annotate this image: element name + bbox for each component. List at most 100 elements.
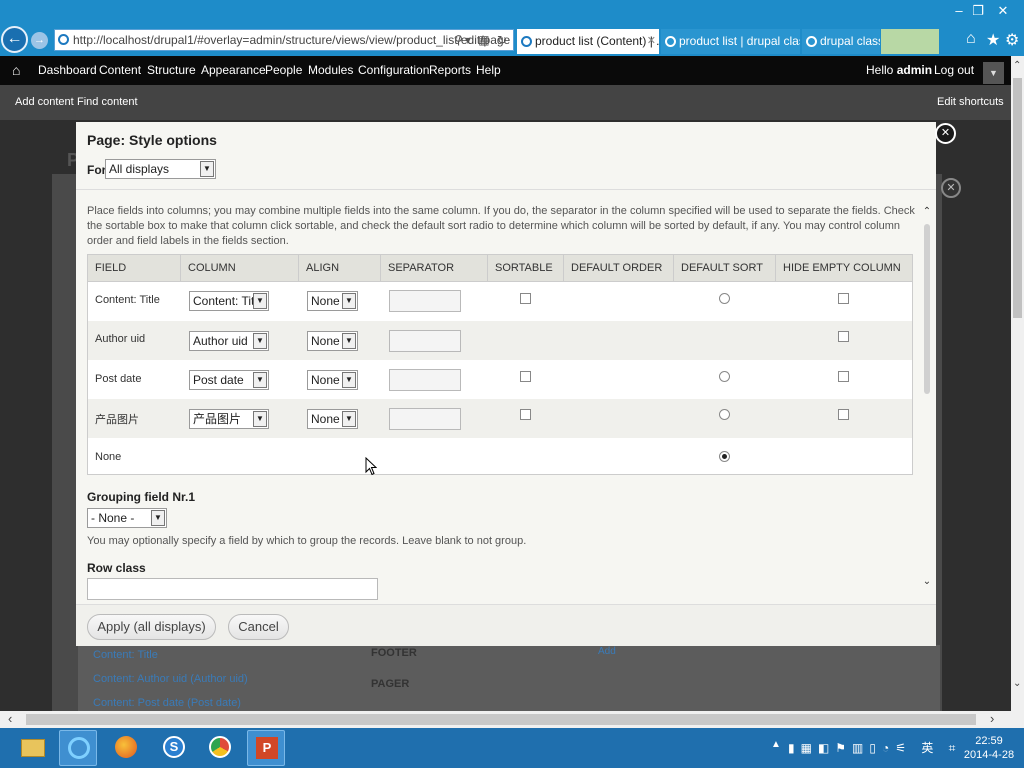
hide-empty-checkbox[interactable] xyxy=(838,409,849,420)
tab-drupal-class[interactable]: drupal class xyxy=(802,29,880,54)
grouping-help-text: You may optionally specify a field by wh… xyxy=(87,535,527,547)
toolbar-configuration[interactable]: Configuration xyxy=(358,56,429,85)
default-sort-radio[interactable] xyxy=(719,409,730,420)
toolbar-appearance[interactable]: Appearance xyxy=(201,56,266,85)
toolbar-modules[interactable]: Modules xyxy=(308,56,353,85)
align-select[interactable]: None ▼ xyxy=(307,409,358,429)
cancel-button[interactable]: Cancel xyxy=(228,614,289,640)
shortcut-add-content[interactable]: Add content xyxy=(15,85,74,119)
for-displays-select[interactable]: All displays ▼ xyxy=(105,159,216,179)
edit-shortcuts-link[interactable]: Edit shortcuts xyxy=(937,85,1004,119)
for-select-value: All displays xyxy=(109,162,170,176)
field-label: 产品图片 xyxy=(95,414,139,426)
header-default-sort: DEFAULT SORT xyxy=(674,255,776,282)
taskbar-chrome[interactable] xyxy=(201,730,239,766)
taskbar-internet-explorer[interactable] xyxy=(59,730,97,766)
restore-icon[interactable]: ❐ xyxy=(967,1,989,21)
grouping-field-select[interactable]: - None - ▼ xyxy=(87,508,167,528)
default-sort-radio[interactable] xyxy=(719,293,730,304)
taskbar-app-s[interactable]: S xyxy=(155,730,193,766)
close-window-icon[interactable]: ✕ xyxy=(992,1,1014,21)
dialog-scroll-area[interactable]: Place fields into columns; you may combi… xyxy=(76,192,936,602)
separator-input[interactable] xyxy=(389,408,461,430)
address-bar[interactable]: http://localhost/drupal1/#overlay=admin/… xyxy=(54,29,514,51)
scroll-up-icon[interactable]: ⌃ xyxy=(921,206,933,220)
favorites-star-icon[interactable]: ★ xyxy=(986,30,1000,50)
tray-expand-icon[interactable]: ▲ xyxy=(771,739,781,750)
new-tab-button[interactable] xyxy=(881,29,939,54)
toolbar-people[interactable]: People xyxy=(265,56,302,85)
align-select[interactable]: None ▼ xyxy=(307,291,358,311)
sortable-checkbox[interactable] xyxy=(520,293,531,304)
firefox-icon xyxy=(115,736,137,758)
table-row: Content: Title Content: Title ▼ None ▼ xyxy=(88,282,912,321)
apply-all-displays-button[interactable]: Apply (all displays) xyxy=(87,614,216,640)
table-row: 产品图片 产品图片 ▼ None ▼ xyxy=(88,399,912,438)
chevron-down-icon: ▼ xyxy=(342,372,356,388)
separator-input[interactable] xyxy=(389,330,461,352)
column-select[interactable]: Content: Title ▼ xyxy=(189,291,269,311)
bg-field-link[interactable]: Content: Author uid (Author uid) xyxy=(93,673,248,685)
sortable-checkbox[interactable] xyxy=(520,371,531,382)
taskbar-file-explorer[interactable] xyxy=(14,730,52,766)
hide-empty-checkbox[interactable] xyxy=(838,331,849,342)
toolbar-structure[interactable]: Structure xyxy=(147,56,196,85)
header-column: COLUMN xyxy=(181,255,299,282)
shortcut-find-content[interactable]: Find content xyxy=(77,85,138,119)
scroll-left-icon[interactable]: ‹ xyxy=(8,711,12,726)
hide-empty-checkbox[interactable] xyxy=(838,371,849,382)
ie-tab-icon xyxy=(521,36,532,47)
background-close-icon[interactable]: ✕ xyxy=(941,178,961,198)
shortcuts-toggle-icon[interactable]: ▼ xyxy=(983,62,1004,84)
separator-input[interactable] xyxy=(389,369,461,391)
page-vertical-scrollbar[interactable]: ⌃ ⌄ xyxy=(1011,56,1024,711)
scroll-right-icon[interactable]: › xyxy=(990,711,994,726)
dialog-scrollbar[interactable]: ⌃ ⌄ xyxy=(921,198,933,598)
sortable-checkbox[interactable] xyxy=(520,409,531,420)
page-horizontal-scrollbar[interactable]: ‹ › xyxy=(0,711,1024,728)
toolbar-help[interactable]: Help xyxy=(476,56,501,85)
header-hide-empty: HIDE EMPTY COLUMN xyxy=(783,262,901,274)
column-select[interactable]: Author uid ▼ xyxy=(189,331,269,351)
page-hscroll-thumb[interactable] xyxy=(26,714,976,725)
page-scroll-thumb[interactable] xyxy=(1013,78,1022,318)
align-select-value: None xyxy=(311,294,340,308)
dialog-scroll-thumb[interactable] xyxy=(924,224,930,394)
system-tray-icons[interactable]: ▮▦◧⚑▥▯◔⚟ 英 ⌗ xyxy=(788,739,961,756)
scroll-up-icon[interactable]: ⌃ xyxy=(1013,60,1021,71)
dialog-close-icon[interactable]: ✕ xyxy=(935,123,956,144)
forward-arrow-icon[interactable]: → xyxy=(31,32,48,49)
back-arrow-icon[interactable]: ← xyxy=(1,26,28,53)
align-select[interactable]: None ▼ xyxy=(307,331,358,351)
align-select-value: None xyxy=(311,334,340,348)
home-icon[interactable]: ⌂ xyxy=(966,30,976,48)
hide-empty-checkbox[interactable] xyxy=(838,293,849,304)
default-sort-none-radio[interactable] xyxy=(719,451,730,462)
bg-add-link[interactable]: Add xyxy=(598,646,616,657)
row-class-input[interactable] xyxy=(87,578,378,600)
tab-close-icon[interactable]: ✕ xyxy=(647,29,656,54)
address-tools-icon[interactable]: ⚲▾ ▦ ↻ xyxy=(454,30,509,50)
column-select[interactable]: 产品图片 ▼ xyxy=(189,409,269,429)
align-select[interactable]: None ▼ xyxy=(307,370,358,390)
toolbar-home-icon[interactable]: ⌂ xyxy=(12,56,20,84)
toolbar-dashboard[interactable]: Dashboard xyxy=(38,56,97,85)
toolbar-reports[interactable]: Reports xyxy=(429,56,471,85)
default-sort-radio[interactable] xyxy=(719,371,730,382)
toolbar-content[interactable]: Content xyxy=(99,56,141,85)
taskbar-powerpoint[interactable]: P xyxy=(247,730,285,766)
logout-link[interactable]: Log out xyxy=(934,56,974,85)
taskbar-clock[interactable]: 22:59 2014-4-28 xyxy=(960,734,1018,762)
column-select[interactable]: Post date ▼ xyxy=(189,370,269,390)
settings-gear-icon[interactable]: ⚙ xyxy=(1005,30,1019,50)
separator-input[interactable] xyxy=(389,290,461,312)
header-sortable: SORTABLE xyxy=(488,255,564,282)
taskbar-firefox[interactable] xyxy=(107,730,145,766)
tab-product-list-content[interactable]: product list (Content) | ... ✕ xyxy=(517,29,659,54)
bg-field-link[interactable]: Content: Title xyxy=(93,649,158,661)
scroll-down-icon[interactable]: ⌄ xyxy=(1013,678,1021,689)
scroll-down-icon[interactable]: ⌄ xyxy=(921,576,933,590)
tab-product-list-drupal[interactable]: product list | drupal class xyxy=(661,29,800,54)
bg-field-link[interactable]: Content: Post date (Post date) xyxy=(93,697,241,709)
admin-toolbar: ⌂ Dashboard Content Structure Appearance… xyxy=(0,56,1011,85)
